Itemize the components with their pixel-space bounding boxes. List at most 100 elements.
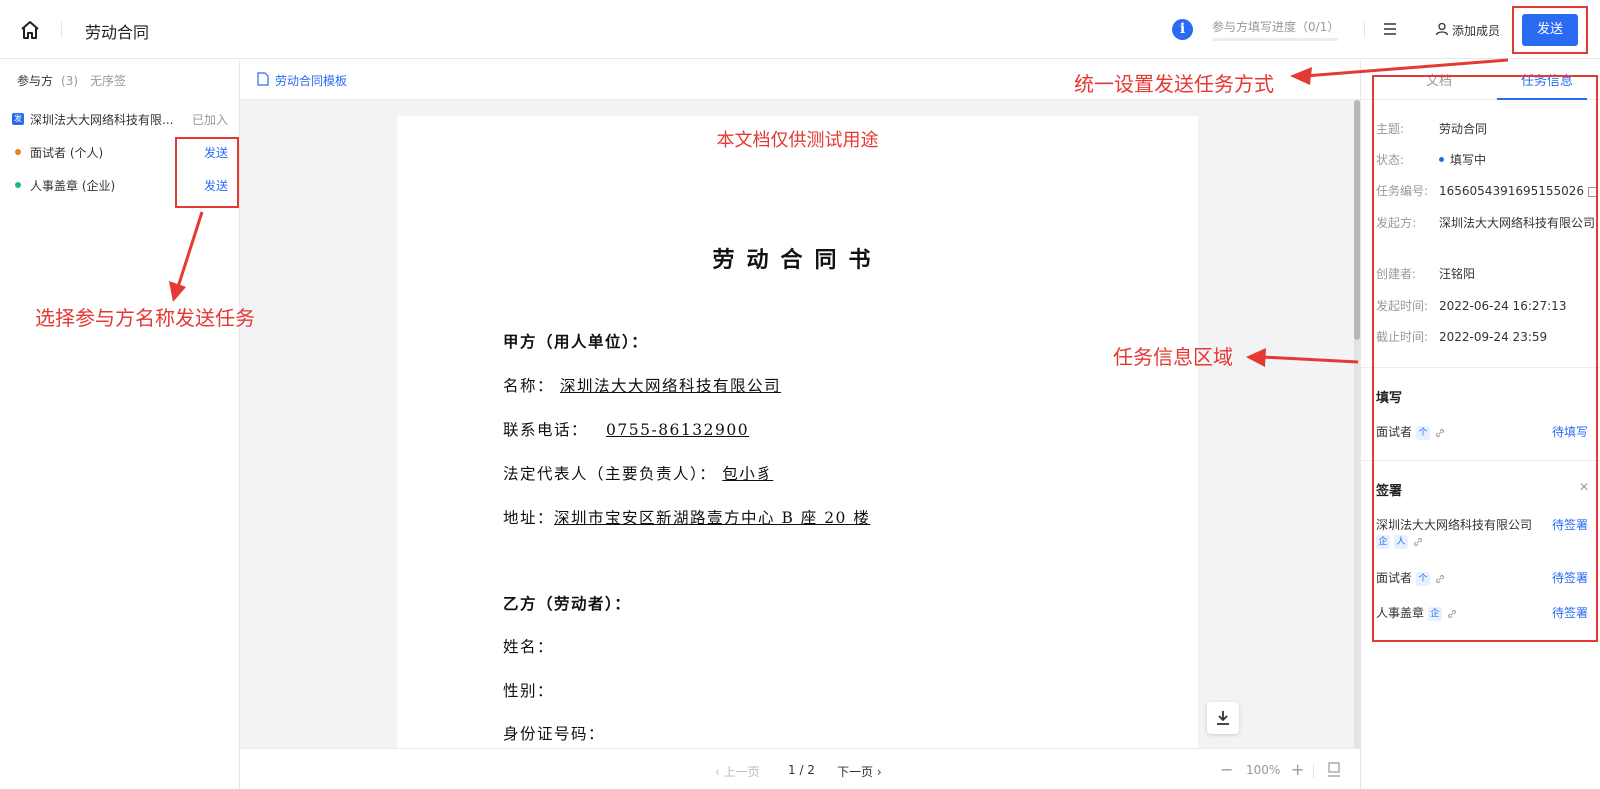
sign-status-link[interactable]: 待签署 — [1552, 516, 1588, 533]
b-gender-label: 性别： — [503, 682, 555, 700]
home-icon[interactable] — [19, 19, 41, 41]
info-icon[interactable]: i — [1172, 19, 1193, 40]
info-value: 汪铭阳 — [1439, 267, 1476, 281]
info-label: 发起方: — [1376, 216, 1417, 230]
send-button[interactable]: 发送 — [1522, 14, 1578, 46]
person-chip-icon: 个 — [1416, 425, 1431, 440]
status-text: 填写中 — [1450, 153, 1487, 167]
party-b-heading: 乙方（劳动者）： — [503, 594, 632, 613]
zoom-in-button[interactable]: + — [1291, 760, 1304, 779]
document-area: 劳动合同模板 本文档仅供测试用途 劳动合同书 甲方（用人单位）： 名称： 深圳法大… — [240, 60, 1360, 789]
participant-org-name: 深圳法大大网络科技有限... — [30, 113, 174, 127]
user-icon[interactable] — [1435, 22, 1449, 36]
info-label: 发起时间: — [1376, 299, 1429, 313]
person-chip-icon: 人 — [1394, 534, 1408, 549]
section-divider — [1361, 460, 1600, 461]
footer-divider — [1313, 764, 1314, 778]
signer-name: 面试者 — [1376, 571, 1413, 585]
top-header: 劳动合同 i 参与方填写进度（0/1） 添加成员 发送 — [0, 0, 1600, 59]
rep-label: 法定代表人（主要负责人）： — [503, 465, 717, 483]
link-icon[interactable] — [1434, 573, 1446, 585]
zoom-level: 100% — [1246, 763, 1281, 777]
template-link[interactable]: 劳动合同模板 — [275, 72, 347, 89]
address-line: 地址：深圳市宝安区新湖路壹方中心 B 座 20 楼 — [503, 506, 870, 528]
rep-value: 包小豸 — [722, 465, 774, 483]
participant-org-status: 已加入 — [191, 113, 228, 127]
phone-value: 0755-86132900 — [606, 421, 750, 439]
info-label: 任务编号: — [1376, 184, 1429, 198]
status-value: 填写中 — [1439, 151, 1600, 170]
test-watermark: 本文档仅供测试用途 — [716, 130, 879, 151]
pagination-bar: ‹ 上一页 1 / 2 下一页 › − 100% + — [240, 748, 1360, 789]
org-chip-icon: 企 — [1428, 606, 1443, 621]
phone-label: 联系电话： — [503, 421, 589, 439]
info-label: 截止时间: — [1376, 330, 1429, 344]
next-page-button[interactable]: 下一页 › — [837, 763, 882, 780]
person-chip-icon: 个 — [1416, 571, 1431, 586]
page-title: 劳动合同 — [85, 23, 150, 42]
section-divider — [1361, 367, 1600, 368]
sign-section-title: 签署 — [1376, 484, 1403, 499]
info-value: 劳动合同 — [1439, 122, 1488, 136]
signer-name: 人事盖章 — [1376, 606, 1425, 620]
fit-page-icon[interactable] — [1327, 762, 1341, 777]
signer-name: 面试者 — [1376, 425, 1413, 439]
participant-row[interactable]: 人事盖章 (企业) 发送 — [12, 175, 228, 195]
participant-row[interactable]: 面试者 (个人) 发送 — [12, 142, 228, 162]
participant-send-button[interactable]: 发送 — [204, 144, 228, 161]
sign-signer: 深圳法大大网络科技有限公司 — [1376, 518, 1533, 532]
active-tab-indicator — [1497, 98, 1587, 100]
prev-page-button[interactable]: ‹ 上一页 — [715, 763, 760, 780]
address-label: 地址： — [503, 509, 555, 527]
participants-tabs: 参与方 (3) 无序签 — [17, 72, 126, 89]
add-member-button[interactable]: 添加成员 — [1452, 22, 1500, 39]
tab-document[interactable]: 文档 — [1426, 70, 1452, 89]
link-icon[interactable] — [1434, 427, 1446, 439]
participant-name: 面试者 (个人) — [30, 146, 104, 160]
annotation-send-method: 统一设置发送任务方式 — [1074, 72, 1274, 96]
info-value: 2022-09-24 23:59 — [1439, 330, 1548, 344]
copy-icon[interactable] — [1588, 186, 1598, 197]
name-value: 深圳法大大网络科技有限公司 — [560, 377, 782, 395]
link-icon[interactable] — [1412, 536, 1424, 548]
party-a-heading: 甲方（用人单位）： — [503, 332, 649, 351]
status-dot-icon — [1439, 157, 1444, 162]
task-id-value: 1656054391695155026 — [1439, 182, 1600, 201]
tab-unordered-sign[interactable]: 无序签 — [90, 74, 126, 88]
task-info-panel: 文档 任务信息 主题: 劳动合同 状态: 填写中 任务编号: 165605439169… — [1360, 60, 1600, 789]
participant-send-button[interactable]: 发送 — [204, 177, 228, 194]
annotation-task-info-area: 任务信息区域 — [1113, 345, 1233, 369]
info-value: 深圳法大大网络科技有限公司 — [1439, 216, 1596, 230]
phone-line: 联系电话： 0755-86132900 — [503, 418, 767, 440]
app-root: 劳动合同 i 参与方填写进度（0/1） 添加成员 发送 参与方 (3) 无序签 发 … — [0, 0, 1600, 789]
task-id-text: 1656054391695155026 — [1439, 184, 1585, 198]
menu-icon[interactable] — [1381, 20, 1399, 38]
download-button[interactable] — [1207, 702, 1239, 734]
sign-signer: 人事盖章企 — [1376, 604, 1458, 621]
sign-status-link[interactable]: 待签署 — [1552, 604, 1588, 621]
participant-dot-icon — [15, 182, 21, 188]
download-icon — [1217, 711, 1229, 725]
participants-count: (3) — [61, 74, 79, 88]
b-id-label: 身份证号码： — [503, 725, 606, 743]
tab-task-info[interactable]: 任务信息 — [1521, 70, 1573, 89]
header-divider — [1364, 22, 1365, 38]
fill-section-title: 填写 — [1376, 391, 1403, 406]
annotation-select-participant: 选择参与方名称发送任务 — [35, 306, 255, 330]
zoom-out-button[interactable]: − — [1220, 760, 1233, 779]
sign-status-link[interactable]: 待签署 — [1552, 569, 1588, 586]
tab-participants[interactable]: 参与方 — [17, 74, 53, 88]
participants-panel: 参与方 (3) 无序签 发 深圳法大大网络科技有限... 已加入 面试者 (个人) … — [0, 60, 240, 789]
org-chip-icon: 企 — [1376, 534, 1390, 549]
link-icon[interactable] — [1446, 608, 1458, 620]
collapse-icon[interactable]: ✕ — [1579, 480, 1589, 494]
name-line: 名称： 深圳法大大网络科技有限公司 — [503, 374, 787, 396]
fill-status-link[interactable]: 待填写 — [1552, 423, 1588, 440]
document-page: 本文档仅供测试用途 劳动合同书 甲方（用人单位）： 名称： 深圳法大大网络科技有限… — [397, 116, 1198, 756]
header-divider — [61, 22, 62, 38]
fill-signer: 面试者个 — [1376, 423, 1446, 440]
participant-org-row[interactable]: 发 深圳法大大网络科技有限... 已加入 — [12, 109, 228, 129]
fill-progress-bar — [1212, 38, 1338, 41]
sign-chips: 企人 — [1372, 534, 1424, 549]
fill-progress-label: 参与方填写进度（0/1） — [1212, 20, 1340, 34]
